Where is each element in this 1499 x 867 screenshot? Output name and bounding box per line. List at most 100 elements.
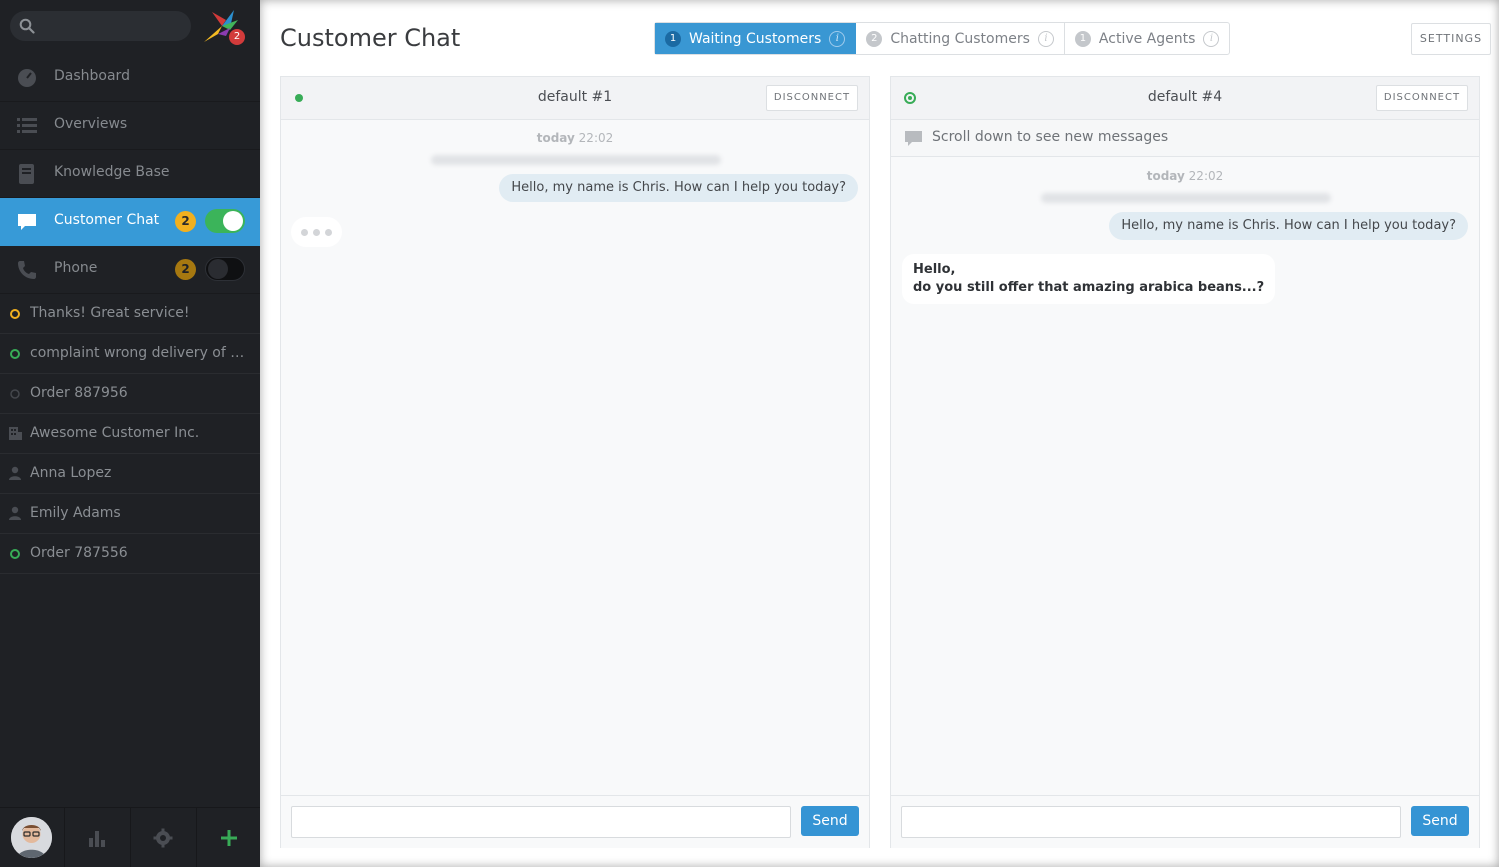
user-icon <box>9 506 21 520</box>
search-icon <box>19 18 35 34</box>
list-icon <box>17 118 37 133</box>
avatar-image <box>11 817 52 858</box>
typing-dot <box>301 229 308 236</box>
chat-count-badge: 2 <box>175 211 196 232</box>
nav-label: Overviews <box>54 116 128 132</box>
agent-message: Hello, my name is Chris. How can I help … <box>1109 212 1468 240</box>
organization-icon <box>9 427 22 440</box>
status-new-icon <box>10 549 20 559</box>
agent-message: Hello, my name is Chris. How can I help … <box>499 174 858 202</box>
book-icon <box>19 164 34 184</box>
chat-panel: default #1 DISCONNECT today 22:02 Hello,… <box>280 76 870 848</box>
status-new-icon <box>10 349 20 359</box>
task-item[interactable]: Thanks! Great service! <box>0 294 260 334</box>
chat-panel: default #4 DISCONNECT Scroll down to see… <box>890 76 1480 848</box>
task-item[interactable]: Awesome Customer Inc. <box>0 414 260 454</box>
status-open-icon <box>10 309 20 319</box>
status-closed-icon <box>10 389 20 399</box>
disconnect-button[interactable]: DISCONNECT <box>766 85 858 111</box>
tab-label: Active Agents <box>1098 30 1196 47</box>
nav-label: Knowledge Base <box>54 164 170 180</box>
page-title: Customer Chat <box>280 24 461 52</box>
tab-label: Chatting Customers <box>890 30 1030 47</box>
chat-tabs: 1 Waiting Customers i 2 Chatting Custome… <box>654 22 1231 55</box>
user-icon <box>9 466 21 480</box>
phone-icon <box>18 261 36 279</box>
dashboard-icon <box>18 69 36 87</box>
message-timestamp: today 22:02 <box>281 131 869 145</box>
chat-message-input[interactable] <box>901 806 1401 838</box>
nav-label: Customer Chat <box>54 212 160 228</box>
task-item[interactable]: Order 887956 <box>0 374 260 414</box>
toggle-knob <box>208 259 228 279</box>
task-item[interactable]: Emily Adams <box>0 494 260 534</box>
task-item[interactable]: complaint wrong delivery of order <box>0 334 260 374</box>
task-item[interactable]: Anna Lopez <box>0 454 260 494</box>
nav-label: Phone <box>54 260 98 276</box>
typing-indicator <box>291 217 342 247</box>
notification-badge[interactable]: 2 <box>229 29 245 45</box>
task-label: Emily Adams <box>30 505 121 521</box>
blurred-text <box>431 155 721 165</box>
chat-message-input[interactable] <box>291 806 791 838</box>
plus-icon <box>221 830 237 846</box>
customer-message: Hello, do you still offer that amazing a… <box>902 254 1276 304</box>
chat-footer: Send <box>281 795 869 848</box>
nav-label: Dashboard <box>54 68 130 84</box>
tab-count: 1 <box>665 30 681 47</box>
avatar[interactable] <box>11 817 52 858</box>
tab-label: Waiting Customers <box>689 30 822 47</box>
task-label: complaint wrong delivery of order <box>30 345 252 361</box>
info-icon[interactable]: i <box>1037 30 1054 47</box>
nav-phone[interactable]: Phone 2 <box>0 246 260 294</box>
phone-availability-toggle[interactable] <box>205 257 245 281</box>
task-label: Order 787556 <box>30 545 128 561</box>
sidebar: 2 Dashboard Overviews Knowledge Base Cus… <box>0 0 260 867</box>
message-timestamp: today 22:02 <box>891 169 1479 183</box>
nav-knowledge-base[interactable]: Knowledge Base <box>0 150 260 198</box>
info-icon[interactable]: i <box>829 30 846 47</box>
settings-button[interactable]: SETTINGS <box>1411 23 1491 55</box>
task-label: Awesome Customer Inc. <box>30 425 200 441</box>
nav-overviews[interactable]: Overviews <box>0 102 260 150</box>
info-icon[interactable]: i <box>1203 30 1220 47</box>
toggle-knob <box>223 211 243 231</box>
chat-header: default #4 DISCONNECT <box>891 77 1479 120</box>
task-item[interactable]: Order 787556 <box>0 534 260 574</box>
chat-bubble-icon <box>18 214 36 230</box>
chat-header: default #1 DISCONNECT <box>281 77 869 120</box>
sidebar-search-row: 2 <box>0 0 260 54</box>
reports-button[interactable] <box>64 808 129 867</box>
nav-customer-chat[interactable]: Customer Chat 2 <box>0 198 260 246</box>
tab-chatting-customers[interactable]: 2 Chatting Customers i <box>856 23 1065 54</box>
add-new-button[interactable] <box>196 808 261 867</box>
scroll-down-notice[interactable]: Scroll down to see new messages <box>891 120 1479 157</box>
task-label: Thanks! Great service! <box>30 305 190 321</box>
chat-footer: Send <box>891 795 1479 848</box>
settings-button[interactable] <box>130 808 195 867</box>
task-label: Anna Lopez <box>30 465 112 481</box>
typing-dot <box>325 229 332 236</box>
task-label: Order 887956 <box>30 385 128 401</box>
scroll-note-text: Scroll down to see new messages <box>932 129 1169 145</box>
timestamp-time: 22:02 <box>1188 169 1224 183</box>
tab-count: 2 <box>866 30 883 47</box>
sidebar-bottom-bar <box>0 807 260 867</box>
timestamp-day: today <box>536 131 575 145</box>
customer-message-line: do you still offer that amazing arabica … <box>913 280 1265 295</box>
send-button[interactable]: Send <box>1411 806 1469 836</box>
nav-dashboard[interactable]: Dashboard <box>0 54 260 102</box>
phone-count-badge: 2 <box>175 259 196 280</box>
bar-chart-icon <box>89 831 105 847</box>
tab-waiting-customers[interactable]: 1 Waiting Customers i <box>655 23 857 54</box>
chat-bubble-icon <box>905 131 922 146</box>
gear-icon <box>153 828 173 848</box>
search-input[interactable] <box>10 11 191 41</box>
tab-active-agents[interactable]: 1 Active Agents i <box>1065 23 1230 54</box>
disconnect-button[interactable]: DISCONNECT <box>1376 85 1468 111</box>
main-content: Customer Chat 1 Waiting Customers i 2 Ch… <box>260 0 1499 867</box>
blurred-text <box>1041 193 1331 203</box>
tab-count: 1 <box>1074 30 1091 47</box>
chat-availability-toggle[interactable] <box>205 209 245 233</box>
send-button[interactable]: Send <box>801 806 859 836</box>
